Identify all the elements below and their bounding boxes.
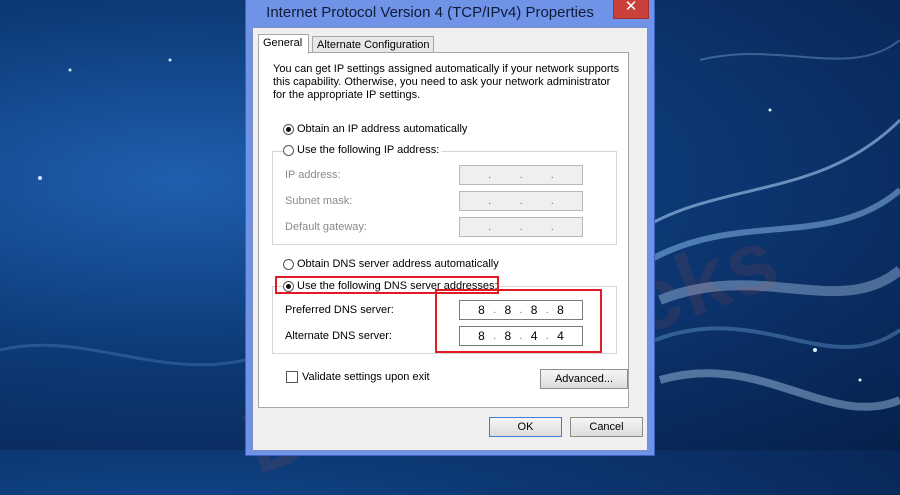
ok-button[interactable]: OK	[489, 417, 562, 437]
alternate-dns-input[interactable]: 8. 8. 4. 4	[459, 326, 583, 346]
preferred-dns-label: Preferred DNS server:	[285, 304, 394, 316]
validate-checkbox[interactable]	[286, 371, 298, 383]
ip-manual-label: Use the following IP address:	[297, 144, 440, 156]
close-button[interactable]: ✕	[613, 0, 649, 19]
advanced-button[interactable]: Advanced...	[540, 369, 628, 389]
preferred-dns-input[interactable]: 8. 8. 8. 8	[459, 300, 583, 320]
dns-auto-label: Obtain DNS server address automatically	[297, 258, 499, 270]
alternate-dns-label: Alternate DNS server:	[285, 330, 392, 342]
ip-manual-option[interactable]: Use the following IP address:	[283, 144, 442, 156]
tab-general[interactable]: General	[258, 34, 309, 54]
ip-auto-label: Obtain an IP address automatically	[297, 123, 468, 135]
intro-text: You can get IP settings assigned automat…	[273, 63, 620, 101]
dns-manual-label: Use the following DNS server addresses:	[297, 280, 498, 292]
validate-option[interactable]: Validate settings upon exit	[286, 371, 430, 383]
dns-auto-option[interactable]: Obtain DNS server address automatically	[283, 258, 499, 270]
default-gateway-label: Default gateway:	[285, 221, 367, 233]
default-gateway-input[interactable]: ...	[459, 217, 583, 237]
cancel-button[interactable]: Cancel	[570, 417, 643, 437]
subnet-mask-label: Subnet mask:	[285, 195, 353, 207]
subnet-mask-input[interactable]: ...	[459, 191, 583, 211]
ip-auto-option[interactable]: Obtain an IP address automatically	[283, 123, 467, 135]
general-panel: You can get IP settings assigned automat…	[258, 52, 629, 408]
ip-auto-radio[interactable]	[283, 123, 294, 135]
ip-address-input[interactable]: ...	[459, 165, 583, 185]
dns-manual-option[interactable]: Use the following DNS server addresses:	[283, 280, 500, 292]
window-title: Internet Protocol Version 4 (TCP/IPv4) P…	[266, 4, 594, 21]
dns-auto-radio[interactable]	[283, 258, 294, 270]
ip-manual-radio[interactable]	[283, 144, 294, 156]
properties-window: Internet Protocol Version 4 (TCP/IPv4) P…	[245, 0, 655, 456]
dialog-body: General Alternate Configuration You can …	[252, 27, 648, 451]
ip-address-label: IP address:	[285, 169, 341, 181]
dns-manual-radio[interactable]	[283, 280, 294, 292]
close-icon: ✕	[624, 0, 638, 15]
tab-alternate-configuration[interactable]: Alternate Configuration	[312, 36, 434, 53]
validate-label: Validate settings upon exit	[302, 371, 430, 383]
title-bar[interactable]: Internet Protocol Version 4 (TCP/IPv4) P…	[246, 0, 654, 27]
